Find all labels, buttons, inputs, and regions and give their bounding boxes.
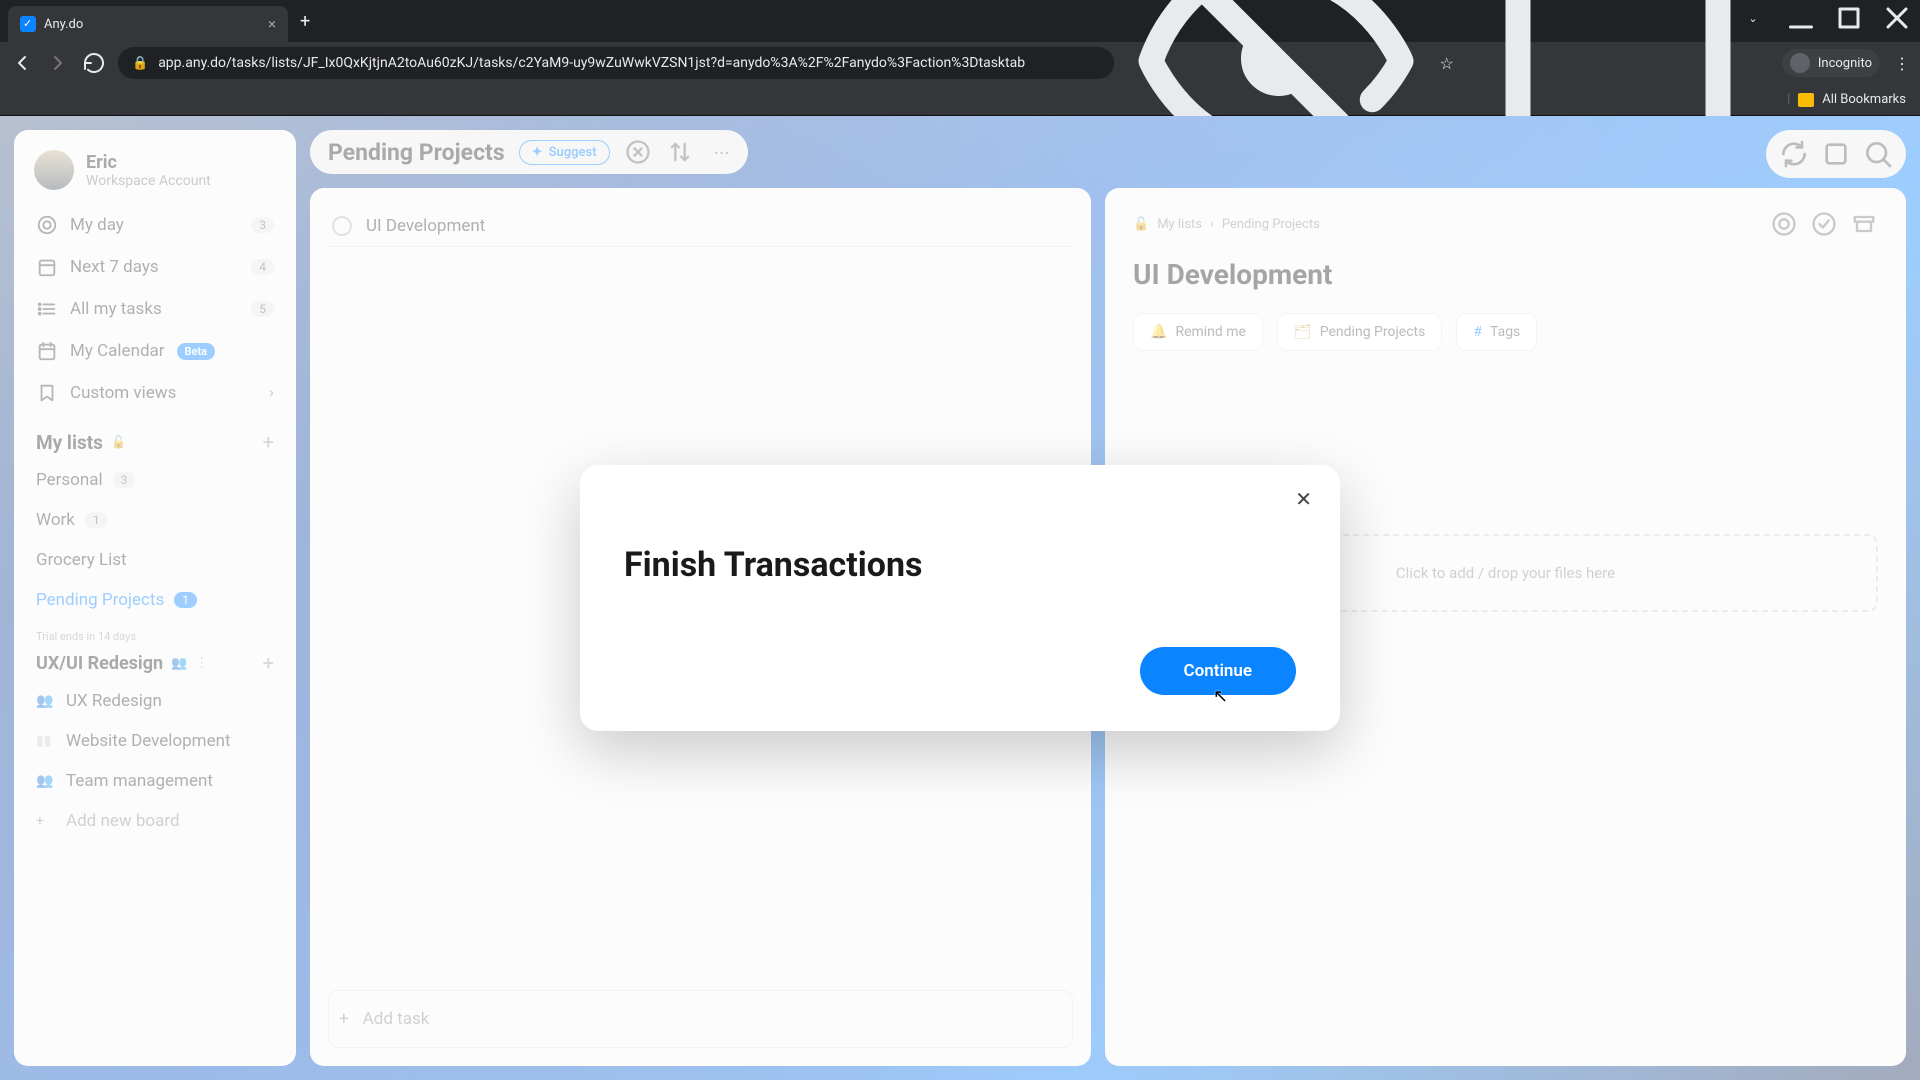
close-window-button[interactable]	[1874, 0, 1920, 36]
tabs-dropdown-icon[interactable]: ⌄	[1730, 0, 1776, 36]
modal-title: Finish Transactions	[624, 545, 1296, 585]
bookmarks-folder-icon	[1798, 93, 1814, 107]
tab-title: Any.do	[44, 17, 260, 32]
lock-icon: 🔒	[132, 56, 148, 71]
continue-button[interactable]: Continue	[1140, 647, 1297, 695]
maximize-window-button[interactable]	[1826, 0, 1872, 36]
forward-button[interactable]	[46, 51, 70, 75]
incognito-label: Incognito	[1818, 56, 1872, 71]
star-icon[interactable]: ☆	[1440, 54, 1454, 73]
incognito-icon	[1790, 53, 1810, 73]
browser-tab[interactable]: Any.do ×	[8, 6, 288, 42]
all-bookmarks-link[interactable]: All Bookmarks	[1822, 92, 1906, 107]
address-bar[interactable]: 🔒 app.any.do/tasks/lists/JF_Ix0QxKjtjnA2…	[118, 47, 1114, 79]
browser-menu-icon[interactable]: ⋮	[1894, 54, 1910, 73]
minimize-window-button[interactable]	[1778, 0, 1824, 36]
continue-label: Continue	[1184, 661, 1253, 681]
browser-toolbar: 🔒 app.any.do/tasks/lists/JF_Ix0QxKjtjnA2…	[0, 42, 1920, 84]
incognito-indicator[interactable]: Incognito	[1782, 49, 1880, 77]
new-tab-button[interactable]: +	[300, 11, 310, 32]
reload-button[interactable]	[82, 51, 106, 75]
close-tab-icon[interactable]: ×	[268, 15, 276, 33]
url-text: app.any.do/tasks/lists/JF_Ix0QxKjtjnA2to…	[158, 55, 1025, 71]
app-viewport: Eric Workspace Account My day 3 Next 7 d…	[0, 116, 1920, 1080]
modal: ✕ Finish Transactions Continue	[580, 465, 1340, 731]
back-button[interactable]	[10, 51, 34, 75]
modal-overlay[interactable]: ✕ Finish Transactions Continue	[0, 116, 1920, 1080]
favicon	[20, 16, 36, 32]
modal-close-button[interactable]: ✕	[1295, 487, 1312, 511]
